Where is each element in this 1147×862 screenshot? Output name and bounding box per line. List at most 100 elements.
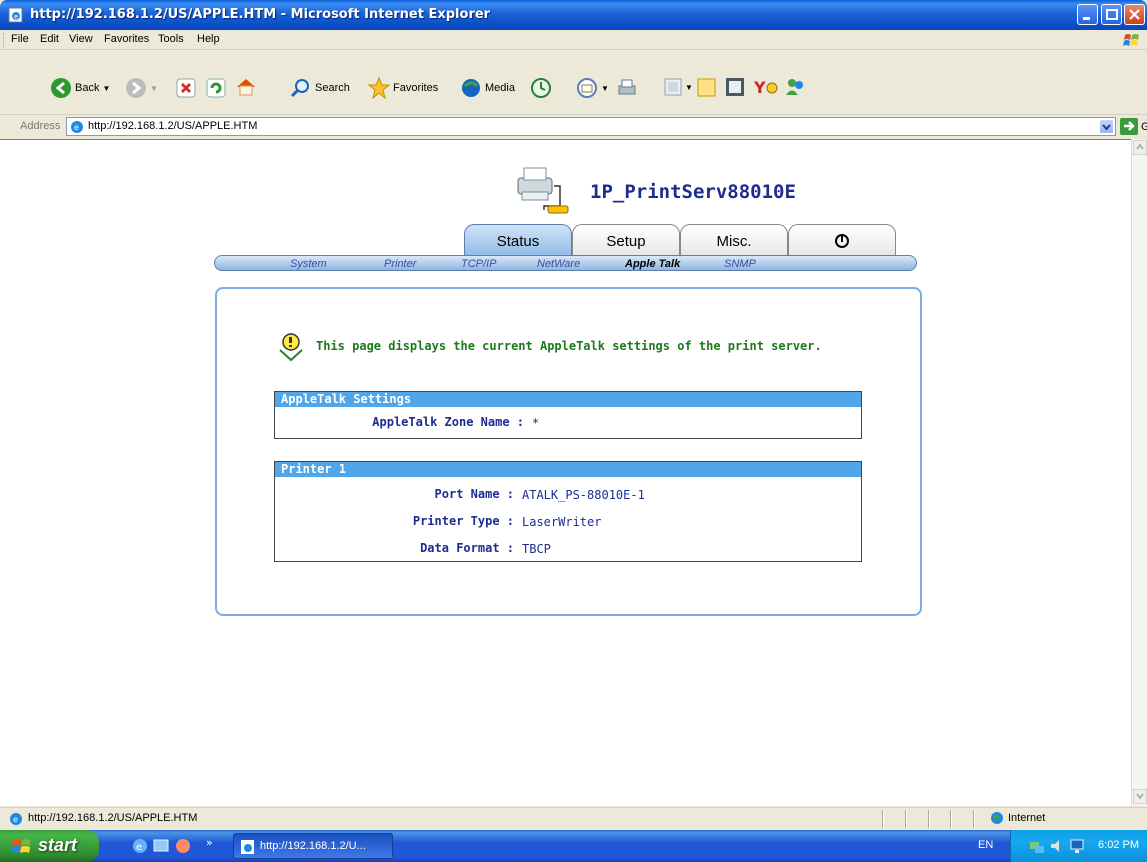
chevron-up-icon [1136,143,1144,150]
home-button[interactable] [235,76,257,98]
content-panel [215,287,922,616]
research-icon [726,78,744,96]
data-format-label: Data Format : [420,541,514,555]
close-button[interactable] [1124,4,1145,25]
refresh-button[interactable] [206,78,226,98]
maximize-button[interactable] [1101,4,1122,25]
zone-name-row: AppleTalk Zone Name : [274,415,524,431]
subnav-tcpip[interactable]: TCP/IP [461,258,496,270]
forward-button[interactable]: ▼ [125,77,158,99]
go-button[interactable]: Go [1120,118,1147,135]
discuss-button[interactable] [696,76,718,98]
printer-1-heading: Printer 1 [275,462,861,477]
appletalk-settings-heading: AppleTalk Settings [275,392,861,407]
toolbar: Back ▼ ▼ Search Favorites Media ▼ ▼ Y [0,51,1147,115]
refresh-icon [206,78,226,98]
print-button[interactable] [616,77,638,99]
quicklaunch-more-icon[interactable]: » [206,836,213,849]
status-divider [973,810,975,828]
windows-logo-icon [1123,34,1139,46]
back-label: Back [75,82,100,94]
back-arrow-icon [51,78,71,98]
menu-edit[interactable]: Edit [40,33,59,45]
page-viewport: 1P_PrintServ88010E Status Setup Misc. Sy… [0,139,1131,806]
address-url: http://192.168.1.2/US/APPLE.HTM [88,120,258,132]
device-name: 1P_PrintServ88010E [590,181,796,203]
ie-task-icon [241,840,254,854]
tray-volume-icon[interactable] [1049,838,1065,854]
tray-network-icon[interactable] [1029,838,1045,854]
messenger-alert-button[interactable]: Y [754,76,778,98]
go-label: Go [1141,120,1147,133]
address-dropdown-button[interactable] [1099,119,1114,134]
scroll-up-button[interactable] [1133,140,1147,155]
quicklaunch-ie-icon[interactable]: e [132,838,148,854]
language-indicator[interactable]: EN [978,839,993,851]
windows-flag-icon [11,839,31,853]
menu-file[interactable]: File [11,33,29,45]
info-message: This page displays the current AppleTalk… [316,339,822,353]
forward-arrow-icon [126,78,146,98]
tab-setup[interactable]: Setup [572,224,680,257]
mail-button[interactable]: ▼ [576,77,609,99]
address-label: Address [20,120,61,132]
tab-power[interactable] [788,224,896,257]
port-name-label: Port Name : [434,487,514,501]
status-divider [905,810,907,828]
edit-dropdown-icon[interactable]: ▼ [685,83,693,92]
research-button[interactable] [724,76,746,98]
quicklaunch-media-icon[interactable] [175,838,191,854]
subnav-system[interactable]: System [290,258,327,270]
status-divider [882,810,884,828]
menu-view[interactable]: View [69,33,93,45]
svg-text:e: e [74,123,79,132]
menu-help[interactable]: Help [197,33,220,45]
start-label: start [38,835,78,855]
mail-dropdown-icon[interactable]: ▼ [601,84,609,93]
menu-grip [3,33,6,47]
favorites-button[interactable]: Favorites [368,77,438,99]
history-button[interactable] [530,77,552,99]
subnav-printer[interactable]: Printer [384,258,416,270]
yahoo-icon: Y [754,78,778,97]
vertical-scrollbar[interactable] [1131,139,1147,806]
search-button[interactable]: Search [290,77,350,99]
tab-misc[interactable]: Misc. [680,224,788,257]
messenger-button[interactable] [784,76,806,98]
print-icon [618,79,636,95]
printer-type-label: Printer Type : [412,514,514,528]
svg-text:Y: Y [754,78,766,97]
status-divider [950,810,952,828]
port-name-row: Port Name : [274,487,514,503]
title-bar: e http://192.168.1.2/US/APPLE.HTM - Micr… [0,0,1147,30]
port-name-value: ATALK_PS-88010E-1 [522,488,645,502]
start-button[interactable]: start [0,830,99,862]
subnav-apple-talk[interactable]: Apple Talk [625,258,680,270]
back-dropdown-icon[interactable]: ▼ [102,84,110,93]
window-title: http://192.168.1.2/US/APPLE.HTM - Micros… [30,7,491,22]
tray-monitor-icon[interactable] [1069,838,1085,854]
zone-name-value: * [532,416,540,430]
menu-favorites[interactable]: Favorites [104,33,149,45]
taskbar-ie-window[interactable]: http://192.168.1.2/U... [233,833,393,859]
favorites-star-icon [368,77,390,99]
tab-status[interactable]: Status [464,224,572,257]
address-input[interactable]: e http://192.168.1.2/US/APPLE.HTM [66,117,1116,136]
subnav-netware[interactable]: NetWare [537,258,580,270]
svg-text:e: e [13,815,18,824]
media-button[interactable]: Media [460,77,515,99]
system-tray: 6:02 PM [1010,830,1147,862]
minimize-button[interactable] [1077,4,1098,25]
mail-icon [577,78,597,98]
scroll-down-button[interactable] [1133,789,1147,804]
stop-button[interactable] [176,78,196,98]
back-button[interactable]: Back ▼ [50,77,110,99]
quicklaunch-desktop-icon[interactable] [153,838,169,854]
subnav-snmp[interactable]: SNMP [724,258,756,270]
edit-icon [664,78,682,96]
chevron-down-icon [1136,793,1144,800]
taskbar: start e » http://192.168.1.2/U... EN 6:0… [0,830,1147,862]
forward-dropdown-icon[interactable]: ▼ [150,84,158,93]
menu-tools[interactable]: Tools [158,33,184,45]
edit-button[interactable]: ▼ [664,78,693,96]
